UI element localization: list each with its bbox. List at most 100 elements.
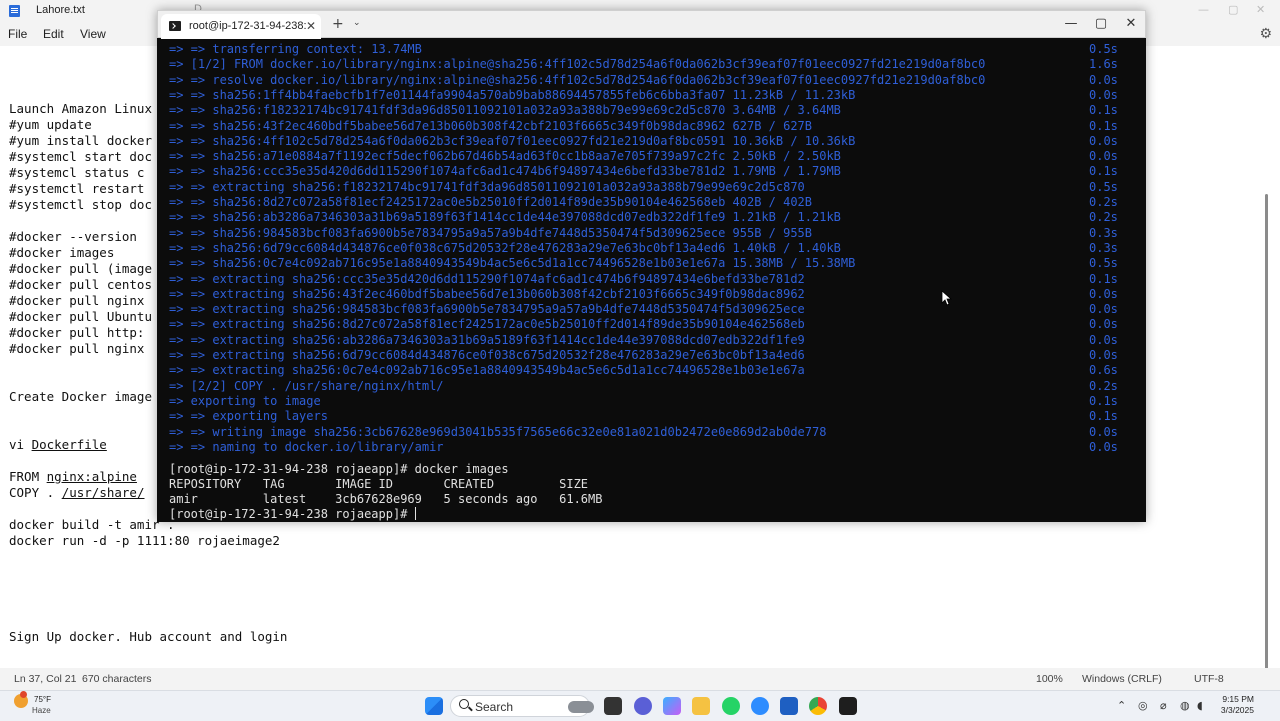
from-prefix: FROM: [9, 469, 47, 484]
search-icon: [459, 699, 469, 709]
clock-date: 3/3/2025: [1220, 705, 1254, 715]
task-view-icon[interactable]: [604, 697, 622, 715]
weather-condition: Haze: [32, 706, 51, 715]
editor-line: docker build -t amir .: [9, 517, 175, 532]
minimize-icon[interactable]: —: [1198, 3, 1209, 16]
build-log-line: => => sha256:a71e0884a7f1192ecf5decf062b…: [169, 149, 841, 164]
clock-time: 9:15 PM: [1222, 694, 1254, 704]
build-log-time: 0.0s: [1089, 286, 1118, 301]
build-log-line: => [1/2] FROM docker.io/library/nginx:al…: [169, 57, 986, 72]
build-log-line: => => writing image sha256:3cb67628e969d…: [169, 424, 827, 439]
vi-filename: Dockerfile: [31, 437, 107, 452]
build-log-time: 0.1s: [1089, 164, 1118, 179]
editor-scrollbar[interactable]: [1265, 194, 1268, 702]
notepad-taskbar-icon[interactable]: [780, 697, 798, 715]
copilot-icon[interactable]: [663, 697, 681, 715]
build-log-line: => => naming to docker.io/library/amir: [169, 439, 444, 454]
build-log-time: 0.5s: [1089, 179, 1118, 194]
cursor-position: Ln 37, Col 21: [14, 673, 77, 685]
images-table-row: amir latest 3cb67628e969 5 seconds ago 6…: [169, 492, 603, 506]
build-log-line: => => sha256:43f2ec460bdf5babee56d7e13b0…: [169, 118, 812, 133]
build-log-time: 1.6s: [1089, 57, 1118, 72]
zoom-icon[interactable]: [751, 697, 769, 715]
new-tab-icon[interactable]: +: [332, 16, 344, 32]
teams-chat-icon[interactable]: [634, 697, 652, 715]
editor-line: #yum install docker: [9, 133, 152, 148]
vi-prefix: vi: [9, 437, 32, 452]
editor-line: #docker pull centos: [9, 277, 152, 292]
copy-path: /usr/share/: [61, 485, 145, 500]
editor-line: #systemctl stop doc: [9, 197, 152, 212]
from-image: nginx:alpine: [46, 469, 137, 484]
build-log-line: => => resolve docker.io/library/nginx:al…: [169, 72, 986, 87]
editor-line: #systemctl restart: [9, 181, 145, 196]
close-tab-icon[interactable]: ✕: [306, 19, 316, 33]
build-log-line: => exporting to image: [169, 393, 321, 408]
editor-line: #yum update: [9, 117, 92, 132]
editor-line: docker run -d -p 1111:80 rojaeimage2: [9, 533, 280, 548]
editor-line: #docker --version: [9, 229, 137, 244]
close-icon[interactable]: ✕: [1256, 3, 1265, 16]
editor-line: #docker images: [9, 245, 115, 260]
build-log-time: 0.0s: [1089, 317, 1118, 332]
encoding: UTF-8: [1194, 673, 1224, 685]
editor-line: Sign Up docker. Hub account and login: [9, 629, 288, 644]
terminal-output[interactable]: [root@ip-172-31-94-238 rojaeapp]# docker…: [157, 38, 1146, 522]
notepad-tab-title[interactable]: Lahore.txt: [36, 4, 85, 16]
wifi-icon[interactable]: ◍: [1180, 699, 1190, 712]
tray-chevron-up-icon[interactable]: ⌃: [1117, 699, 1126, 712]
build-log-time: 0.0s: [1089, 133, 1118, 148]
settings-gear-icon[interactable]: ⚙: [1259, 26, 1272, 42]
terminal-title-bar: root@ip-172-31-94-238: ✕ + ⌄ — ▢ ✕: [157, 10, 1146, 39]
menu-view[interactable]: View: [80, 27, 106, 41]
terminal-window[interactable]: root@ip-172-31-94-238: ✕ + ⌄ — ▢ ✕ [root…: [157, 10, 1146, 522]
build-log-line: => => extracting sha256:ab3286a7346303a3…: [169, 332, 805, 347]
windows-start-icon[interactable]: [425, 697, 443, 715]
build-log-line: => => exporting layers: [169, 409, 328, 424]
close-icon[interactable]: ✕: [1116, 16, 1146, 31]
minimize-icon[interactable]: —: [1056, 16, 1086, 31]
editor-line: #docker pull Ubuntu: [9, 309, 152, 324]
build-log-line: => [2/2] COPY . /usr/share/nginx/html/: [169, 378, 444, 393]
search-label: Search: [475, 700, 514, 714]
build-log-time: 0.0s: [1089, 332, 1118, 347]
chevron-down-icon[interactable]: ⌄: [353, 18, 361, 28]
network-icon[interactable]: ◎: [1138, 699, 1148, 712]
build-log-line: => => sha256:f18232174bc91741fdf3da96d85…: [169, 103, 841, 118]
terminal-prompt-command: [root@ip-172-31-94-238 rojaeapp]# docker…: [169, 462, 509, 476]
editor-line: Launch Amazon Linux: [9, 101, 152, 116]
taskbar: 75°F Haze Search ⌃ ◎ ⌀ ◍ ◖ 9:15 PM 3/3/2…: [0, 690, 1280, 721]
menu-file[interactable]: File: [8, 27, 27, 41]
file-explorer-icon[interactable]: [692, 697, 710, 715]
weather-widget[interactable]: 75°F Haze: [10, 691, 70, 719]
terminal-icon: [169, 21, 181, 31]
volume-icon[interactable]: ◖: [1197, 699, 1203, 712]
build-log-line: => => sha256:4ff102c5d78d254a6f0da062b3c…: [169, 133, 856, 148]
build-log-time: 0.1s: [1089, 409, 1118, 424]
maximize-icon[interactable]: ▢: [1086, 16, 1116, 31]
chrome-icon[interactable]: [809, 697, 827, 715]
build-log-line: => => sha256:8d27c072a58f81ecf2425172ac0…: [169, 195, 812, 209]
weather-icon: [14, 691, 28, 708]
build-log-time: 0.0s: [1089, 439, 1118, 454]
terminal-taskbar-icon[interactable]: [839, 697, 857, 715]
editor-line: FROM nginx:alpine: [9, 469, 137, 485]
build-log-time: 0.1s: [1089, 271, 1118, 286]
editor-line: Create Docker image: [9, 389, 152, 404]
menu-edit[interactable]: Edit: [43, 27, 64, 41]
build-log-line: => => sha256:ab3286a7346303a31b69a5189f6…: [169, 210, 841, 225]
build-log-line: => => sha256:1ff4bb4faebcfb1f7e01144fa99…: [169, 87, 856, 102]
editor-line: #systemcl status c: [9, 165, 145, 180]
terminal-tab[interactable]: root@ip-172-31-94-238: ✕: [161, 14, 321, 39]
editor-line: #docker pull (image: [9, 261, 152, 276]
whatsapp-icon[interactable]: [722, 697, 740, 715]
system-clock[interactable]: 9:15 PM 3/3/2025: [1216, 694, 1254, 716]
editor-line: #docker pull http:: [9, 325, 145, 340]
build-log-line: => => transferring context: 13.74MB: [169, 42, 422, 56]
build-log-line: => => extracting sha256:0c7e4c092ab716c9…: [169, 363, 805, 378]
microphone-icon[interactable]: ⌀: [1160, 699, 1167, 712]
maximize-icon[interactable]: ▢: [1228, 3, 1238, 16]
editor-line: vi Dockerfile: [9, 437, 107, 453]
build-log-time: 0.0s: [1089, 149, 1118, 164]
editor-line: #docker pull nginx: [9, 341, 145, 356]
